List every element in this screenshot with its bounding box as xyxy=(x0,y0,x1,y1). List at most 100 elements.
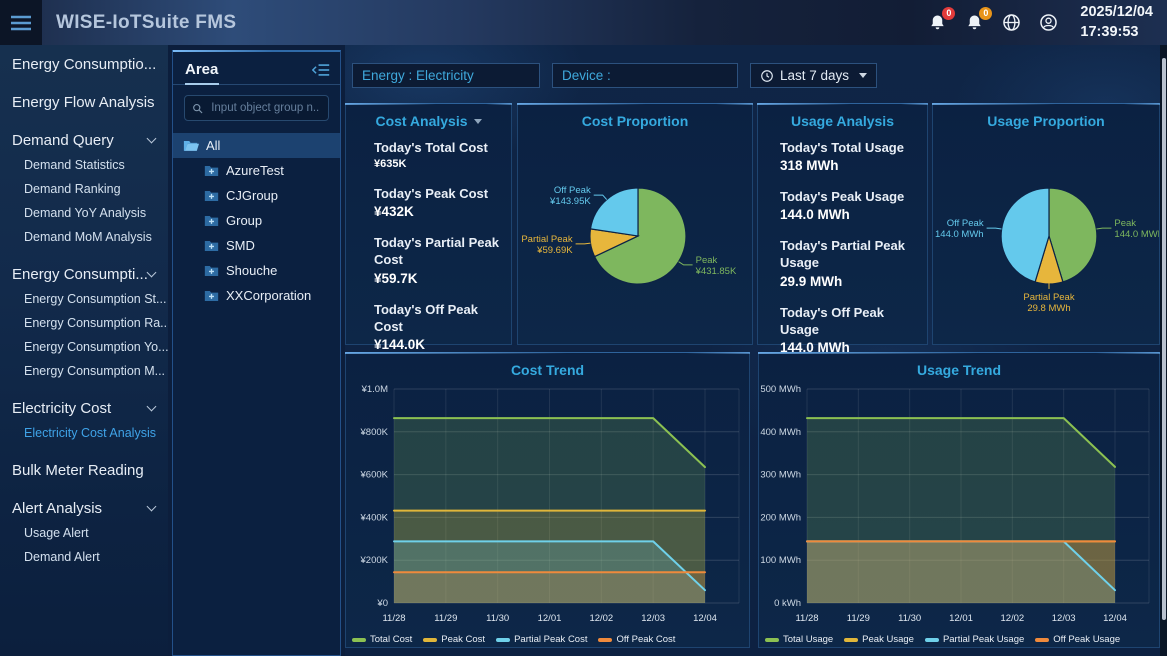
collapse-panel-icon[interactable] xyxy=(312,63,330,77)
sidebar-item-energy-consumptio[interactable]: Energy Consumptio... xyxy=(0,51,168,77)
x-axis-tick: 11/29 xyxy=(434,613,457,624)
legend-item-total-cost[interactable]: Total Cost xyxy=(352,634,412,645)
sidebar-item-energy-consumption-st[interactable]: Energy Consumption St... xyxy=(0,287,168,311)
legend-marker xyxy=(598,638,612,642)
caret-down-icon xyxy=(859,73,867,78)
metric-today-s-off-peak-usage: Today's Off Peak Usage144.0 MWh xyxy=(780,304,915,355)
x-axis-tick: 11/30 xyxy=(486,613,509,624)
metric-value: 318 MWh xyxy=(780,158,915,173)
y-axis-tick: ¥200K xyxy=(360,555,389,566)
legend-item-off-peak-usage[interactable]: Off Peak Usage xyxy=(1035,634,1120,645)
metric-value: ¥59.7K xyxy=(374,271,499,286)
y-axis-tick: ¥800K xyxy=(360,427,389,438)
tree-item-label: SMD xyxy=(226,238,255,253)
legend-item-off-peak-cost[interactable]: Off Peak Cost xyxy=(598,634,675,645)
sidebar-item-energy-consumpti[interactable]: Energy Consumpti... xyxy=(0,261,168,287)
sidebar-item-energy-flow-analysis[interactable]: Energy Flow Analysis xyxy=(0,89,168,115)
sidebar-item-electricity-cost[interactable]: Electricity Cost xyxy=(0,395,168,421)
tree-item-label: CJGroup xyxy=(226,188,278,203)
y-axis-tick: ¥1.0M xyxy=(361,384,388,395)
tree-item-all[interactable]: All xyxy=(173,133,340,158)
x-axis-tick: 12/01 xyxy=(949,613,973,624)
usage-proportion-pie-chart: Peak144.0 MWhPartial Peak29.8 MWhOff Pea… xyxy=(933,130,1159,344)
notification-bell-button[interactable]: 0 xyxy=(963,12,985,34)
x-axis-tick: 12/03 xyxy=(641,613,665,624)
sidebar-item-energy-consumption-yo[interactable]: Energy Consumption Yo... xyxy=(0,335,168,359)
legend-item-total-usage[interactable]: Total Usage xyxy=(765,634,833,645)
legend-item-peak-cost[interactable]: Peak Cost xyxy=(423,634,485,645)
chevron-down-icon xyxy=(147,502,157,512)
legend-marker xyxy=(352,638,366,642)
account-button[interactable] xyxy=(1037,12,1059,34)
sidebar-item-alert-analysis[interactable]: Alert Analysis xyxy=(0,495,168,521)
cost-trend-line-chart: ¥0¥200K¥400K¥600K¥800K¥1.0M11/2811/2911/… xyxy=(346,379,749,647)
search-input[interactable] xyxy=(209,101,321,115)
search-icon xyxy=(192,102,203,115)
chevron-down-icon xyxy=(147,402,157,412)
tree-item-smd[interactable]: SMD xyxy=(173,233,340,258)
pie-label-off-peak: Off Peak¥143.95K xyxy=(549,185,591,207)
area-panel: Area AllAzureTestCJGroupGroupSMDShoucheX… xyxy=(172,50,341,656)
metric-today-s-total-usage: Today's Total Usage318 MWh xyxy=(780,139,915,173)
legend-marker xyxy=(1035,638,1049,642)
y-axis-tick: 200 MWh xyxy=(760,512,801,523)
metric-label: Today's Total Cost xyxy=(374,139,499,156)
legend-label: Total Cost xyxy=(370,634,412,645)
y-axis-tick: 100 MWh xyxy=(760,555,801,566)
cost-proportion-card: Cost Proportion Peak¥431.85KPartial Peak… xyxy=(517,103,753,345)
energy-filter[interactable]: Energy : Electricity xyxy=(352,63,540,88)
tree-item-azuretest[interactable]: AzureTest xyxy=(173,158,340,183)
sidebar-item-demand-statistics[interactable]: Demand Statistics xyxy=(0,153,168,177)
usage-trend-line-chart: 0 kWh100 MWh200 MWh300 MWh400 MWh500 MWh… xyxy=(759,379,1159,647)
sidebar-item-electricity-cost-analysis[interactable]: Electricity Cost Analysis xyxy=(0,421,168,445)
object-group-search xyxy=(184,95,329,121)
metric-label: Today's Off Peak Usage xyxy=(780,304,915,338)
x-axis-tick: 11/29 xyxy=(847,613,870,624)
y-axis-tick: ¥600K xyxy=(360,470,389,481)
metric-today-s-peak-usage: Today's Peak Usage144.0 MWh xyxy=(780,188,915,222)
alert-bell-button[interactable]: 0 xyxy=(926,12,948,34)
date-range-filter[interactable]: Last 7 days xyxy=(750,63,877,88)
metric-label: Today's Peak Usage xyxy=(780,188,915,205)
energy-filter-label: Energy : Electricity xyxy=(362,68,474,83)
folder-plus-icon xyxy=(204,165,219,177)
metric-label: Today's Off Peak Cost xyxy=(374,301,499,335)
sidebar-item-demand-yoy-analysis[interactable]: Demand YoY Analysis xyxy=(0,201,168,225)
sidebar-item-demand-ranking[interactable]: Demand Ranking xyxy=(0,177,168,201)
language-button[interactable] xyxy=(1000,12,1022,34)
pie-label-peak: Peak¥431.85K xyxy=(695,255,737,277)
legend-marker xyxy=(765,638,779,642)
tree-item-shouche[interactable]: Shouche xyxy=(173,258,340,283)
sidebar-item-demand-mom-analysis[interactable]: Demand MoM Analysis xyxy=(0,225,168,249)
sidebar-item-energy-consumption-ra[interactable]: Energy Consumption Ra... xyxy=(0,311,168,335)
hamburger-menu-button[interactable] xyxy=(0,0,42,45)
legend-label: Peak Usage xyxy=(862,634,914,645)
nav-sidebar: Energy Consumptio... Energy Flow Analysis… xyxy=(0,45,168,656)
sidebar-item-demand-alert[interactable]: Demand Alert xyxy=(0,545,168,569)
y-axis-tick: ¥0 xyxy=(376,598,388,609)
pie-label-partial-peak: Partial Peak¥59.69K xyxy=(521,234,573,256)
legend-label: Peak Cost xyxy=(441,634,485,645)
cost-analysis-dropdown[interactable]: Cost Analysis xyxy=(346,104,511,129)
sidebar-item-demand-query[interactable]: Demand Query xyxy=(0,127,168,153)
device-filter[interactable]: Device : xyxy=(552,63,738,88)
legend-item-peak-usage[interactable]: Peak Usage xyxy=(844,634,914,645)
metric-today-s-partial-peak-usage: Today's Partial Peak Usage29.9 MWh xyxy=(780,237,915,288)
folder-plus-icon xyxy=(204,265,219,277)
tree-item-cjgroup[interactable]: CJGroup xyxy=(173,183,340,208)
legend-item-partial-peak-usage[interactable]: Partial Peak Usage xyxy=(925,634,1024,645)
sidebar-item-bulk-meter-reading[interactable]: Bulk Meter Reading xyxy=(0,457,168,483)
y-axis-tick: 0 kWh xyxy=(774,598,801,609)
folder-plus-icon xyxy=(204,290,219,302)
cost-trend-title: Cost Trend xyxy=(511,362,584,378)
tree-item-group[interactable]: Group xyxy=(173,208,340,233)
chevron-down-icon xyxy=(147,134,157,144)
tree-item-xxcorporation[interactable]: XXCorporation xyxy=(173,283,340,308)
pie-label-peak: Peak144.0 MWh xyxy=(1114,218,1159,240)
legend-item-partial-peak-cost[interactable]: Partial Peak Cost xyxy=(496,634,587,645)
scrollbar-thumb[interactable] xyxy=(1162,58,1166,620)
x-axis-tick: 12/04 xyxy=(693,613,717,624)
tree-item-label: AzureTest xyxy=(226,163,284,178)
sidebar-item-energy-consumption-m[interactable]: Energy Consumption M... xyxy=(0,359,168,383)
sidebar-item-usage-alert[interactable]: Usage Alert xyxy=(0,521,168,545)
